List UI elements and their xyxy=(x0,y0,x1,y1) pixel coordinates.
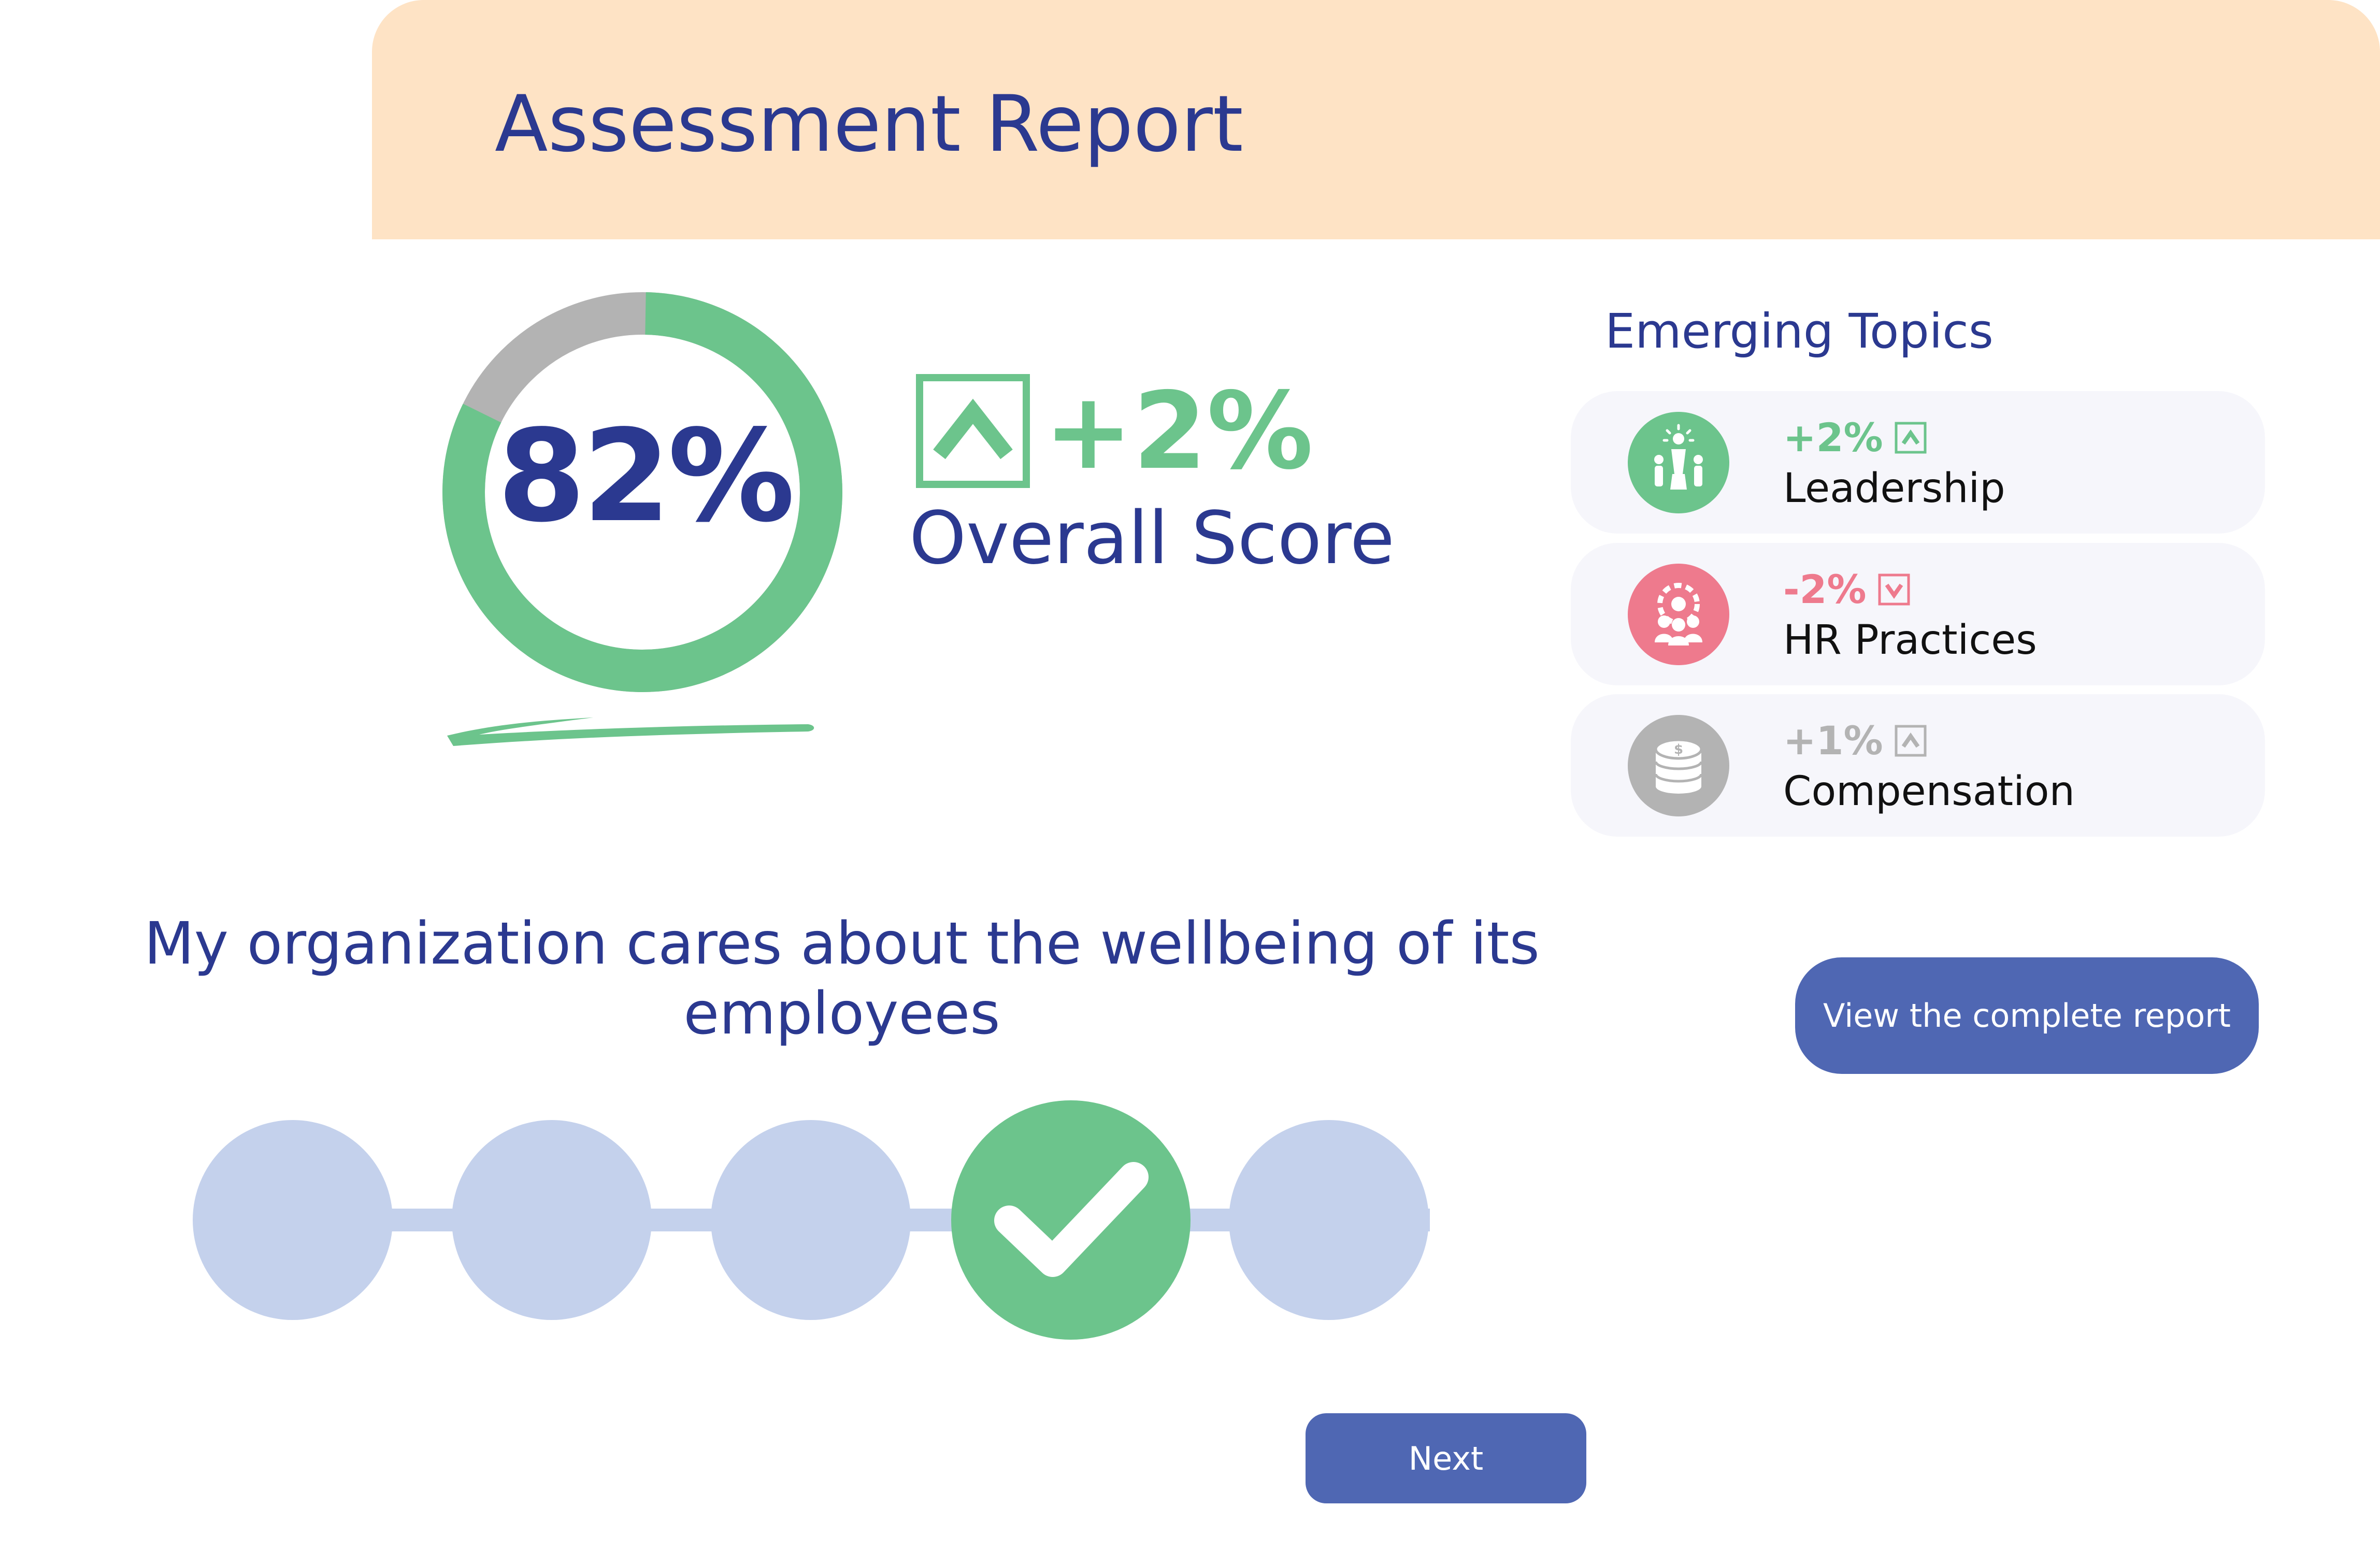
rating-option-3[interactable] xyxy=(711,1120,911,1320)
checkmark-icon xyxy=(994,1162,1149,1277)
rating-option-2[interactable] xyxy=(452,1120,652,1320)
score-value: 82% xyxy=(497,403,795,550)
hr-practices-icon xyxy=(1628,564,1729,665)
view-report-button[interactable]: View the complete report xyxy=(1795,957,2259,1074)
svg-text:$: $ xyxy=(1674,742,1683,757)
leadership-icon xyxy=(1628,412,1729,513)
topic-change: +2% xyxy=(1783,414,1927,461)
survey-question: My organization cares about the wellbein… xyxy=(144,910,1540,1047)
topic-change-value: +1% xyxy=(1783,717,1883,764)
topic-change: +1% xyxy=(1783,717,1927,764)
emerging-topics-title: Emerging Topics xyxy=(1605,304,1994,359)
topic-card-leadership[interactable]: +2% Leadership xyxy=(1571,391,2265,534)
topic-name: HR Practices xyxy=(1783,617,2037,664)
rating-option-1[interactable] xyxy=(193,1120,393,1320)
arrow-up-box-icon xyxy=(1895,725,1927,757)
topic-card-compensation[interactable]: $ +1% Compensation xyxy=(1571,694,2265,837)
coin-stack-icon: $ xyxy=(1628,715,1729,816)
rating-option-5[interactable] xyxy=(1229,1120,1429,1320)
topic-card-hr-practices[interactable]: -2% HR Practices xyxy=(1571,543,2265,685)
arrow-up-box-icon xyxy=(916,374,1030,488)
arrow-up-box-icon xyxy=(1895,422,1927,454)
rating-option-4[interactable] xyxy=(951,1100,1191,1340)
topic-name: Leadership xyxy=(1783,465,2005,512)
arrow-down-box-icon xyxy=(1878,573,1910,606)
topic-change: -2% xyxy=(1783,566,1910,613)
next-button[interactable]: Next xyxy=(1306,1413,1586,1503)
topic-change-value: -2% xyxy=(1783,566,1867,612)
topic-name: Compensation xyxy=(1783,768,2075,815)
page-title: Assessment Report xyxy=(495,79,1243,169)
score-change: +2% xyxy=(1044,370,1313,493)
topic-change-value: +2% xyxy=(1783,414,1883,461)
overall-score-label: Overall Score xyxy=(909,496,1395,581)
underline-swash xyxy=(447,717,814,746)
